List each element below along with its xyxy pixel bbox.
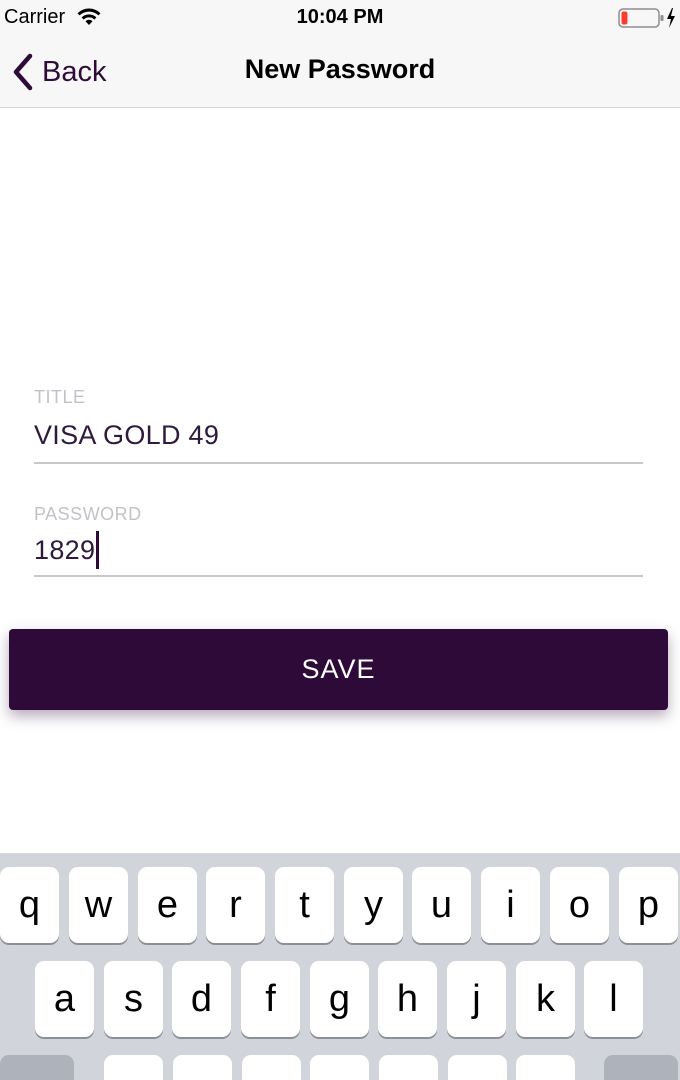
key-o[interactable]: o xyxy=(550,867,609,943)
key-s[interactable]: s xyxy=(104,961,163,1037)
title-value: VISA GOLD 49 xyxy=(34,419,220,450)
title-label: TITLE xyxy=(34,387,86,407)
key-y[interactable]: y xyxy=(344,867,403,943)
status-time: 10:04 PM xyxy=(296,6,384,28)
delete-key[interactable] xyxy=(604,1055,678,1080)
page-title: New Password xyxy=(244,54,436,84)
key-u[interactable]: u xyxy=(412,867,471,943)
key-n[interactable] xyxy=(448,1055,507,1080)
keyboard: qwertyuiop asdfghjkl xyxy=(0,853,680,1080)
key-g[interactable]: g xyxy=(310,961,369,1037)
key-t[interactable]: t xyxy=(275,867,334,943)
new-password-screen: Carrier 10:04 PM Back New Password TITLE… xyxy=(0,0,680,1080)
key-i[interactable]: i xyxy=(481,867,540,943)
key-h[interactable]: h xyxy=(378,961,437,1037)
title-input[interactable]: VISA GOLD 49 xyxy=(34,408,643,464)
key-w[interactable]: w xyxy=(69,867,128,943)
password-label: PASSWORD xyxy=(34,504,142,524)
status-bar: Carrier 10:04 PM xyxy=(0,0,680,36)
key-f[interactable]: f xyxy=(241,961,300,1037)
battery-icon xyxy=(618,8,675,28)
key-x[interactable] xyxy=(173,1055,232,1080)
password-value: 1829 xyxy=(34,534,96,565)
title-field[interactable]: TITLE VISA GOLD 49 xyxy=(34,386,643,464)
key-r[interactable]: r xyxy=(206,867,265,943)
charging-bolt-icon xyxy=(667,8,675,28)
key-l[interactable]: l xyxy=(584,961,643,1037)
key-j[interactable]: j xyxy=(447,961,506,1037)
navigation-bar: Back New Password xyxy=(0,36,680,108)
key-k[interactable]: k xyxy=(516,961,575,1037)
key-m[interactable] xyxy=(516,1055,575,1080)
save-button[interactable]: SAVE xyxy=(9,629,668,710)
key-v[interactable] xyxy=(310,1055,369,1080)
key-c[interactable] xyxy=(242,1055,301,1080)
key-z[interactable] xyxy=(104,1055,163,1080)
password-input[interactable]: 1829 xyxy=(34,525,643,577)
shift-key[interactable] xyxy=(0,1055,74,1080)
key-a[interactable]: a xyxy=(35,961,94,1037)
key-q[interactable]: q xyxy=(0,867,59,943)
password-field[interactable]: PASSWORD 1829 xyxy=(34,503,643,577)
key-d[interactable]: d xyxy=(172,961,231,1037)
key-e[interactable]: e xyxy=(138,867,197,943)
key-p[interactable]: p xyxy=(619,867,678,943)
key-b[interactable] xyxy=(379,1055,438,1080)
text-cursor xyxy=(96,531,100,569)
